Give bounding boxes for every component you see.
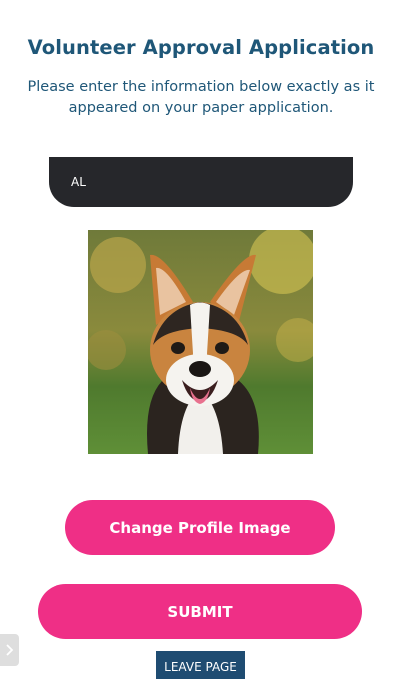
chevron-right-icon: [5, 641, 14, 660]
side-drawer-tab[interactable]: [0, 634, 19, 666]
profile-image: [88, 230, 313, 454]
leave-page-button[interactable]: LEAVE PAGE: [156, 651, 245, 679]
name-input[interactable]: AL: [49, 157, 353, 207]
name-input-value: AL: [71, 175, 86, 189]
change-profile-image-button[interactable]: Change Profile Image: [65, 500, 335, 555]
submit-button[interactable]: SUBMIT: [38, 584, 362, 639]
page-title: Volunteer Approval Application: [27, 36, 375, 59]
page-subtitle: Please enter the information below exact…: [27, 79, 375, 116]
